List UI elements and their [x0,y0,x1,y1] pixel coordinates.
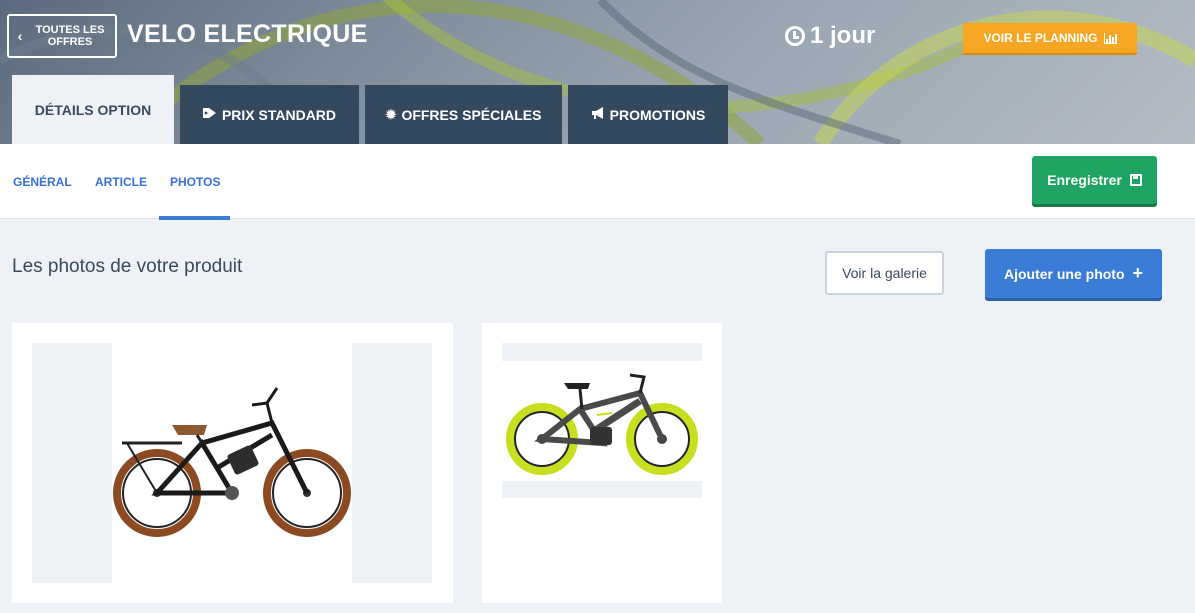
megaphone-icon [591,107,605,122]
tab-standard-price-label: PRIX STANDARD [221,106,337,123]
badge-icon: ✹ [385,106,397,122]
photo-card-2[interactable]: 2 [482,323,722,603]
tag-icon [202,107,217,122]
duration-display: 1 jour [785,22,875,50]
subtab-general-label: GÉNÉRAL [13,174,72,189]
tab-special-offers[interactable]: ✹ OFFRES SPÉCIALES [365,85,562,144]
tab-details-option[interactable]: DÉTAILS OPTION [12,75,174,144]
photo-frame-1 [32,343,432,583]
floppy-disk-icon [1129,174,1142,186]
tab-special-offers-label: OFFRES SPÉCIALES [401,106,542,123]
subtab-general[interactable]: GÉNÉRAL [13,144,72,219]
bike-photo-1 [113,387,351,537]
duration-value: 1 jour [810,22,876,49]
subtab-photos-label: PHOTOS [170,174,221,189]
view-gallery-button[interactable]: Voir la galerie [825,251,944,295]
save-button[interactable]: Enregistrer [1032,156,1157,204]
save-button-label: Enregistrer [1047,172,1122,188]
subtab-photos[interactable]: PHOTOS [158,144,232,220]
subtab-article[interactable]: ARTICLE [95,144,147,219]
bar-chart-icon [1103,32,1117,44]
view-planning-button[interactable]: VOIR LE PLANNING [963,23,1137,53]
tab-standard-price[interactable]: PRIX STANDARD [180,85,359,144]
view-planning-label: VOIR LE PLANNING [983,31,1098,45]
clock-icon [785,26,805,46]
photo-card-1[interactable]: 1 [12,323,453,603]
view-gallery-label: Voir la galerie [842,265,927,281]
photo-frame-2 [502,343,702,498]
plus-icon: + [1132,263,1144,283]
tab-promotions-label: PROMOTIONS [609,106,706,123]
back-to-offers-button[interactable]: ‹ TOUTES LES OFFRES [7,14,117,58]
page-title: VELO ELECTRIQUE [127,20,368,48]
add-photo-button[interactable]: Ajouter une photo + [985,249,1162,298]
header-banner: ‹ TOUTES LES OFFRES VELO ELECTRIQUE 1 jo… [0,0,1195,144]
back-to-offers-label: TOUTES LES OFFRES [35,24,105,48]
tab-details-option-label: DÉTAILS OPTION [34,101,152,118]
chevron-left-icon: ‹ [17,28,23,44]
tab-promotions[interactable]: PROMOTIONS [568,85,728,144]
bike-photo-2 [506,373,698,475]
photos-section-title: Les photos de votre produit [12,256,243,277]
subtab-article-label: ARTICLE [95,174,147,189]
add-photo-label: Ajouter une photo [1003,265,1125,282]
sub-navigation: GÉNÉRAL ARTICLE PHOTOS Enregistrer [0,144,1195,220]
